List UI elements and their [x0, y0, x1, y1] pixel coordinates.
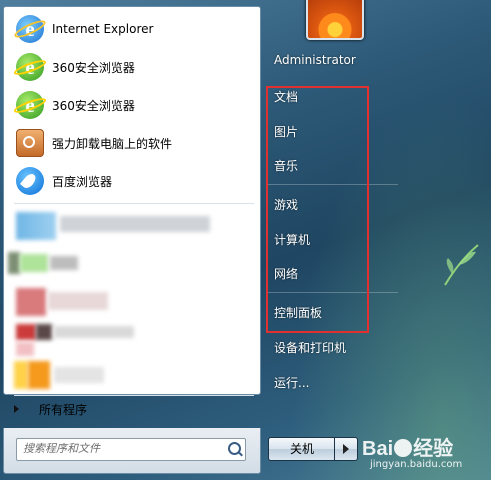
pinned-baidu-browser[interactable]: 百度浏览器 [10, 163, 256, 199]
shutdown-options-button[interactable] [334, 437, 358, 461]
user-picture[interactable] [306, 0, 364, 40]
baidu-browser-icon [16, 167, 44, 195]
search-input[interactable] [17, 439, 218, 458]
pinned-label: 360安全浏览器 [52, 98, 135, 113]
watermark-brand-2: 经验 [413, 438, 454, 460]
uninstaller-icon [16, 129, 44, 157]
user-name-link[interactable]: Administrator [274, 53, 356, 67]
devices-printers-link[interactable]: 设备和打印机 [274, 339, 346, 356]
pinned-label: 百度浏览器 [52, 174, 113, 189]
programs-panel: e Internet Explorer e 360安全浏览器 e 360安全浏览… [3, 6, 261, 396]
run-link[interactable]: 运行... [274, 374, 309, 391]
pinned-360-browser[interactable]: e 360安全浏览器 [10, 49, 256, 85]
highlight-box [266, 86, 369, 333]
watermark-url: jingyan.baidu.com [370, 459, 463, 470]
pinned-label: 360安全浏览器 [52, 60, 135, 75]
recent-program-2[interactable] [8, 246, 256, 282]
pinned-label: 强力卸载电脑上的软件 [52, 136, 173, 151]
all-programs-label: 所有程序 [39, 402, 88, 417]
recent-program-1[interactable] [10, 208, 256, 244]
start-menu: e Internet Explorer e 360安全浏览器 e 360安全浏览… [0, 0, 491, 480]
baidu-watermark: Bai 经验 jingyan.baidu.com [362, 432, 462, 470]
triangle-right-icon [14, 405, 19, 413]
all-programs-button[interactable]: 所有程序 [14, 395, 87, 423]
pinned-360-browser-2[interactable]: e 360安全浏览器 [10, 87, 256, 123]
recent-program-5[interactable] [10, 359, 256, 395]
watermark-brand: Bai [362, 438, 394, 460]
bamboo-leaf-icon [444, 244, 479, 286]
recent-program-4[interactable] [10, 322, 256, 358]
pinned-uninstaller[interactable]: 强力卸载电脑上的软件 [10, 125, 256, 161]
360-browser-icon: e [16, 53, 44, 81]
recent-program-3[interactable] [10, 284, 256, 320]
search-area [3, 428, 261, 474]
search-box[interactable] [16, 438, 246, 461]
paw-icon [394, 439, 413, 457]
internet-explorer-icon: e [16, 15, 44, 43]
pinned-label: Internet Explorer [52, 22, 154, 36]
pinned-internet-explorer[interactable]: e Internet Explorer [10, 11, 256, 47]
pinned-separator [14, 203, 254, 204]
search-icon[interactable] [228, 442, 241, 455]
shutdown-button[interactable]: 关机 [268, 437, 336, 461]
360-browser-icon: e [16, 91, 44, 119]
